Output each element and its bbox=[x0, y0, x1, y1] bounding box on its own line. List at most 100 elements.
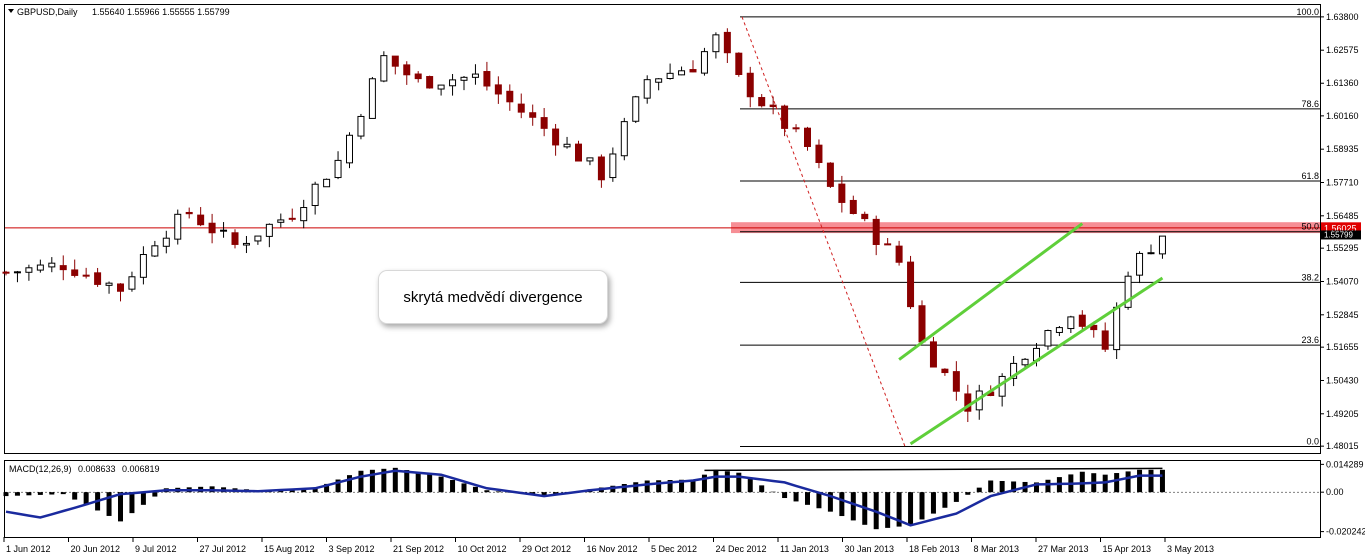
candle-bull bbox=[700, 51, 708, 74]
date-tick-label: 29 Oct 2012 bbox=[522, 544, 571, 554]
candle-bear bbox=[59, 265, 67, 271]
candle-bull bbox=[586, 157, 594, 162]
macd-histogram-bar bbox=[747, 479, 753, 493]
macd-histogram-bar bbox=[885, 492, 891, 528]
candle-bull bbox=[162, 237, 170, 247]
macd-histogram-bar bbox=[427, 474, 433, 493]
macd-histogram-bar bbox=[759, 485, 765, 493]
candle-bear bbox=[884, 243, 892, 246]
price-tick-label: 1.57710 bbox=[1326, 177, 1359, 187]
date-tick-label: 8 Mar 2013 bbox=[974, 544, 1020, 554]
date-axis: 1 Jun 2012 20 Jun 2012 9 Jul 2012 27 Jul 20… bbox=[3, 537, 1214, 554]
candle-bear bbox=[815, 144, 823, 163]
candle-bull bbox=[449, 79, 457, 87]
price-tick-label: 1.54070 bbox=[1326, 276, 1359, 286]
macd-histogram-bar bbox=[782, 492, 788, 499]
candle-bear bbox=[849, 199, 857, 215]
macd-tick-label: 0.00 bbox=[1326, 487, 1344, 497]
candle-bear bbox=[82, 274, 90, 277]
candle-bull bbox=[334, 159, 342, 179]
macd-histogram-bar bbox=[850, 492, 856, 521]
date-tick-label: 15 Apr 2013 bbox=[1103, 544, 1152, 554]
candle-bear bbox=[689, 69, 697, 73]
macd-tick-label: 0.014289 bbox=[1326, 459, 1364, 469]
macd-histogram-bar bbox=[770, 491, 776, 493]
macd-histogram-bar bbox=[152, 492, 158, 497]
date-tick-label: 1 Jun 2012 bbox=[6, 544, 51, 554]
chart-area[interactable]: GBPUSD,Daily 1.55640 1.55966 1.55555 1.5… bbox=[0, 0, 1365, 558]
candle-bear bbox=[403, 64, 411, 76]
date-tick-label: 15 Aug 2012 bbox=[264, 544, 315, 554]
date-tick-label: 27 Jul 2012 bbox=[200, 544, 247, 554]
fib-level-label: 100.0 bbox=[1296, 7, 1319, 17]
symbol-label: GBPUSD,Daily bbox=[17, 7, 78, 17]
macd-histogram-bar bbox=[644, 480, 650, 493]
macd-histogram-bar bbox=[953, 492, 959, 502]
macd-histogram-bar bbox=[129, 492, 135, 514]
candle-bear bbox=[929, 341, 937, 368]
macd-histogram-bar bbox=[358, 470, 364, 493]
candle-bear bbox=[414, 73, 422, 80]
price-tick-label: 1.48015 bbox=[1326, 441, 1359, 451]
macd-histogram-bar bbox=[965, 492, 971, 495]
candle-bear bbox=[941, 368, 949, 374]
candle-bear bbox=[391, 55, 399, 67]
price-tick-label: 1.51655 bbox=[1326, 342, 1359, 352]
candle-bear bbox=[94, 272, 102, 285]
candle-bull bbox=[1147, 252, 1155, 255]
date-tick-label: 3 Sep 2012 bbox=[329, 544, 375, 554]
macd-label: MACD(12,26,9) bbox=[9, 464, 72, 474]
candle-bear bbox=[758, 97, 766, 107]
candle-bear bbox=[918, 305, 926, 343]
candle-bear bbox=[792, 127, 800, 130]
candle-bull bbox=[620, 121, 628, 157]
macd-tick-label: -0.020242 bbox=[1326, 527, 1365, 537]
date-tick-label: 9 Jul 2012 bbox=[135, 544, 177, 554]
candle-bull bbox=[105, 282, 113, 286]
candle-bull bbox=[1055, 327, 1063, 333]
candle-bull bbox=[1113, 306, 1121, 351]
date-tick-label: 24 Dec 2012 bbox=[716, 544, 767, 554]
candle-bull bbox=[254, 235, 262, 242]
macd-histogram-bar bbox=[14, 492, 20, 496]
candle-bear bbox=[540, 117, 548, 129]
macd-histogram-bar bbox=[724, 471, 730, 493]
candle-bear bbox=[185, 211, 193, 215]
macd-main-value: 0.008633 bbox=[78, 464, 116, 474]
candle-bear bbox=[723, 31, 731, 54]
candle-bull bbox=[437, 84, 445, 90]
candle-bull bbox=[311, 183, 319, 207]
macd-histogram-bar bbox=[919, 492, 925, 520]
macd-histogram-bar bbox=[816, 492, 822, 509]
macd-histogram-bar bbox=[988, 480, 994, 493]
candle-bear bbox=[872, 218, 880, 245]
price-tick-label: 1.49205 bbox=[1326, 409, 1359, 419]
candle-bull bbox=[277, 219, 285, 223]
candle-bear bbox=[597, 156, 605, 181]
candle-bear bbox=[494, 84, 502, 95]
date-tick-label: 16 Nov 2012 bbox=[587, 544, 638, 554]
macd-histogram-bar bbox=[118, 492, 123, 522]
candle-bear bbox=[208, 222, 216, 234]
price-tick-label: 1.61360 bbox=[1326, 78, 1359, 88]
candle-bear bbox=[907, 261, 915, 308]
date-tick-label: 20 Jun 2012 bbox=[71, 544, 121, 554]
fib-level-label: 61.8 bbox=[1301, 171, 1319, 181]
candle-bull bbox=[323, 178, 331, 188]
date-tick-label: 27 Mar 2013 bbox=[1038, 544, 1089, 554]
macd-histogram-bar bbox=[1079, 471, 1085, 493]
candle-bear bbox=[746, 72, 754, 98]
candle-bull bbox=[380, 55, 388, 82]
ohlc-values: 1.55640 1.55966 1.55555 1.55799 bbox=[92, 7, 230, 17]
date-tick-label: 11 Jan 2013 bbox=[780, 544, 829, 554]
candle-bull bbox=[643, 79, 651, 99]
candle-bear bbox=[781, 105, 789, 129]
macd-histogram-bar bbox=[976, 487, 982, 493]
macd-histogram-bar bbox=[140, 492, 146, 505]
bid-price-tag-label: 1.55799 bbox=[1324, 230, 1353, 239]
candle-bear bbox=[952, 371, 960, 392]
candle-bear bbox=[575, 143, 582, 162]
macd-histogram-bar bbox=[37, 492, 43, 495]
candle-bear bbox=[861, 213, 869, 220]
candle-bull bbox=[609, 153, 617, 179]
